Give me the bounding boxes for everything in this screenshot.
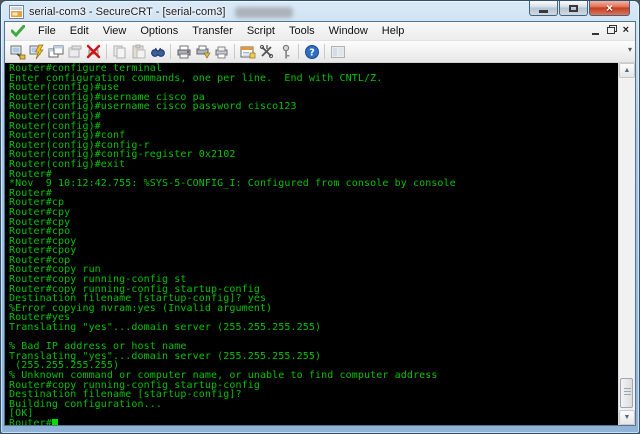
terminal-line: Router#cp bbox=[9, 198, 618, 208]
print-setup-icon[interactable] bbox=[193, 42, 212, 61]
menu-item-help[interactable]: Help bbox=[375, 23, 412, 39]
terminal-line: Translating "yes"...domain server (255.2… bbox=[9, 323, 618, 333]
print-preview-icon[interactable] bbox=[212, 42, 231, 61]
menu-item-script[interactable]: Script bbox=[240, 23, 282, 39]
terminal-line: Router# bbox=[9, 188, 618, 199]
menu-item-edit[interactable]: Edit bbox=[63, 23, 96, 39]
menu-item-view[interactable]: View bbox=[96, 23, 134, 39]
mdi-restore-icon[interactable] bbox=[606, 27, 615, 34]
terminal-line: Router#cpo bbox=[9, 227, 618, 237]
mdi-close-icon[interactable]: × bbox=[623, 25, 629, 36]
menu-item-tools[interactable]: Tools bbox=[282, 23, 322, 39]
minimize-icon bbox=[539, 9, 548, 13]
menu-item-file[interactable]: File bbox=[31, 23, 63, 39]
print-icon[interactable] bbox=[174, 42, 193, 61]
connect-icon[interactable] bbox=[8, 42, 27, 61]
terminal-line: Router#cpy bbox=[9, 217, 618, 228]
toolbar-separator bbox=[298, 44, 299, 59]
minimize-button[interactable] bbox=[529, 1, 558, 16]
title-bar[interactable]: serial-com3 - SecureCRT - [serial-com3] … bbox=[4, 1, 636, 21]
mdi-window-controls: × bbox=[591, 25, 629, 36]
terminal-line-text: *Nov 9 10:12:42.755: %SYS-5-CONFIG_I: Co… bbox=[9, 178, 456, 190]
toolbar-overflow-icon[interactable]: ▾ bbox=[628, 45, 632, 54]
menu-bar: File Edit View Options Transfer Script Tools Wi… bbox=[5, 22, 635, 41]
mdi-minimize-icon[interactable] bbox=[591, 33, 599, 35]
menu-item-window[interactable]: Window bbox=[322, 23, 375, 39]
redacted-watermark bbox=[235, 6, 294, 18]
maximize-icon bbox=[569, 4, 578, 12]
window-controls: × bbox=[528, 1, 630, 16]
svg-text:?: ? bbox=[309, 47, 315, 58]
find-icon[interactable] bbox=[148, 42, 167, 61]
terminal-line: %Error copying nvram:yes (Invalid argume… bbox=[9, 303, 618, 314]
scrollbar-grip bbox=[624, 391, 631, 392]
script-icon[interactable] bbox=[257, 42, 276, 61]
close-icon: × bbox=[605, 1, 613, 15]
key-icon[interactable] bbox=[276, 42, 295, 61]
client-area: File Edit View Options Transfer Script Tools Wi… bbox=[4, 21, 636, 426]
paste-icon[interactable] bbox=[129, 42, 148, 61]
terminal-line: [OK] bbox=[9, 409, 618, 419]
menu-item-transfer[interactable]: Transfer bbox=[185, 23, 240, 39]
terminal-line: Router#cpoy bbox=[9, 246, 618, 256]
toolbar: ? ▾ bbox=[5, 41, 635, 63]
terminal-line: Router# bbox=[9, 417, 618, 425]
copy-icon[interactable] bbox=[110, 42, 129, 61]
help-icon[interactable]: ? bbox=[302, 42, 321, 61]
menu-bar-items: File Edit View Options Transfer Script Tools Wi… bbox=[31, 23, 411, 39]
app-icon bbox=[9, 5, 24, 19]
toolbar-separator bbox=[170, 44, 171, 59]
terminal-cursor bbox=[51, 418, 58, 425]
terminal-line: Router#cpy bbox=[9, 207, 618, 218]
terminal-line-text: Router# bbox=[9, 417, 52, 425]
terminal-line-text: Translating "yes"...domain server (255.2… bbox=[9, 322, 322, 334]
window-title: serial-com3 - SecureCRT - [serial-com3] bbox=[29, 6, 226, 18]
session-check-icon bbox=[11, 25, 25, 37]
vertical-scrollbar[interactable]: ▲ ▼ bbox=[618, 63, 635, 425]
scroll-down-icon[interactable]: ▼ bbox=[619, 410, 635, 425]
terminal-line: *Nov 9 10:12:42.755: %SYS-5-CONFIG_I: Co… bbox=[9, 179, 618, 189]
terminal-line: Building configuration... bbox=[9, 399, 618, 410]
quick-connect-icon[interactable] bbox=[27, 42, 46, 61]
scrollbar-thumb[interactable] bbox=[620, 378, 633, 408]
terminal-output[interactable]: Router#configure terminal Enter configura… bbox=[5, 63, 618, 425]
close-button[interactable]: × bbox=[589, 1, 630, 16]
disconnect-icon[interactable] bbox=[84, 42, 103, 61]
securecrt-window: serial-com3 - SecureCRT - [serial-com3] … bbox=[0, 0, 640, 434]
menu-item-options[interactable]: Options bbox=[133, 23, 185, 39]
terminal-line: Router(config)#exit bbox=[9, 159, 618, 170]
toolbar-separator bbox=[234, 44, 235, 59]
maximize-button[interactable] bbox=[559, 1, 588, 16]
toolbar-separator bbox=[324, 44, 325, 59]
terminal-area: Router#configure terminal Enter configura… bbox=[5, 63, 635, 425]
clone-session-icon[interactable] bbox=[65, 42, 84, 61]
session-tabs-icon[interactable] bbox=[46, 42, 65, 61]
terminal-line: Router#cpoy bbox=[9, 236, 618, 247]
properties-icon[interactable] bbox=[238, 42, 257, 61]
scroll-up-icon[interactable]: ▲ bbox=[619, 63, 635, 78]
session-manager-icon[interactable] bbox=[328, 42, 347, 61]
toolbar-separator bbox=[106, 44, 107, 59]
